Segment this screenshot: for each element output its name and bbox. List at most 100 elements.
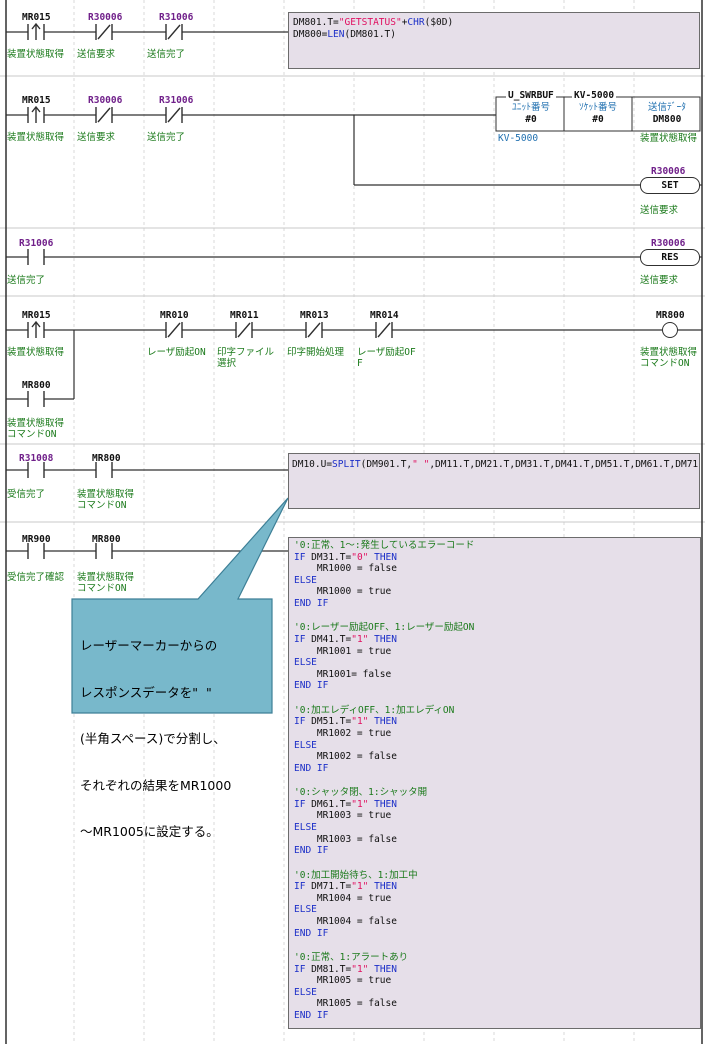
callout-text: レーザーマーカーからの レスポンスデータを" " (半角スペース)で分割し、 そ… [80, 607, 280, 855]
device-comment: 受信完了 [7, 489, 46, 500]
fb-param-value[interactable]: DM800 [636, 114, 698, 125]
endif-keyword: END IF [294, 680, 329, 692]
function-block-target: KV-5000 [572, 90, 617, 101]
if-line: IF DM31.T="0" THEN [294, 551, 397, 563]
script-comment: '0:レーザー励起OFF、1:レーザー励起ON [294, 622, 475, 634]
contact-device[interactable]: R31006 [159, 12, 193, 23]
else-line: MR1002 = false [294, 751, 397, 763]
contact-device[interactable]: R31006 [19, 238, 53, 249]
device-comment: 装置状態取得 [77, 572, 135, 583]
script-code: DM801.T="GETSTATUS"+CHR($0D) DM800=LEN(D… [293, 17, 453, 40]
contact-nc [165, 322, 183, 338]
device-comment: 送信完了 [7, 275, 46, 286]
device-comment: 送信要求 [77, 49, 116, 60]
script-box[interactable]: DM801.T="GETSTATUS"+CHR($0D) DM800=LEN(D… [288, 12, 700, 69]
contact-device[interactable]: MR015 [22, 12, 51, 23]
callout-line: レーザーマーカーからの [80, 638, 218, 653]
device-comment: 装置状態取得 [7, 132, 65, 143]
endif-keyword: END IF [294, 927, 329, 939]
script-comment: '0:正常、1～:発生しているエラーコード [294, 540, 475, 551]
device-comment: コマンドON [640, 358, 690, 369]
device-comment: コマンドON [77, 500, 127, 511]
script-comment: '0:シャッタ閉、1:シャッタ開 [294, 787, 428, 799]
device-comment: 選択 [217, 358, 237, 369]
if-line: IF DM51.T="1" THEN [294, 716, 397, 728]
contact-nc [95, 24, 113, 40]
else-line: MR1005 = false [294, 998, 397, 1010]
then-line: MR1000 = false [294, 563, 397, 575]
contact-device[interactable]: MR011 [230, 310, 259, 321]
contact-device[interactable]: MR014 [370, 310, 399, 321]
script-comment: '0:加エレディOFF、1:加エレディON [294, 704, 455, 716]
else-line: MR1000 = true [294, 586, 392, 598]
contact-no [27, 462, 45, 478]
callout-line: ～MR1005に設定する。 [80, 824, 219, 839]
if-line: IF DM81.T="1" THEN [294, 963, 397, 975]
contact-rising-edge [27, 105, 45, 123]
fb-param-value: #0 [525, 114, 537, 125]
contact-nc [305, 322, 323, 338]
fb-param-label: ﾕﾆｯﾄ番号 [511, 102, 550, 113]
if-line: IF DM61.T="1" THEN [294, 798, 397, 810]
device-comment: 受信完了確認 [7, 572, 65, 583]
if-script-box[interactable]: '0:正常、1～:発生しているエラーコード IF DM31.T="0" THEN … [288, 537, 701, 1029]
device-comment: F [357, 358, 363, 369]
device-comment: レーザ励起ON [147, 347, 206, 358]
device-comment: 送信要求 [640, 205, 679, 216]
contact-nc [375, 322, 393, 338]
coil-device[interactable]: R30006 [651, 238, 685, 249]
device-comment: コマンドON [77, 583, 127, 594]
split-script-box[interactable]: DM10.U=SPLIT(DM901.T," ",DM11.T,DM21.T,D… [288, 453, 700, 509]
coil-device[interactable]: R30006 [651, 166, 685, 177]
contact-device[interactable]: MR900 [22, 534, 51, 545]
device-comment: 装置状態取得 [77, 489, 135, 500]
contact-device[interactable]: R31008 [19, 453, 53, 464]
reset-coil[interactable]: RES [640, 249, 700, 266]
contact-device[interactable]: R30006 [88, 95, 122, 106]
if-line: IF DM41.T="1" THEN [294, 633, 397, 645]
then-line: MR1003 = true [294, 810, 392, 822]
device-comment: 印字開始処理 [287, 347, 345, 358]
then-line: MR1001 = true [294, 645, 392, 657]
contact-device[interactable]: MR800 [22, 380, 51, 391]
contact-device[interactable]: MR013 [300, 310, 329, 321]
device-comment: 送信要求 [640, 275, 679, 286]
contact-nc [235, 322, 253, 338]
endif-keyword: END IF [294, 1010, 329, 1021]
set-coil[interactable]: SET [640, 177, 700, 194]
contact-nc [165, 107, 183, 123]
device-comment: レーザ励起OF [357, 347, 416, 358]
fb-param-label: 送信ﾃﾞｰﾀ [647, 102, 686, 113]
split-code: DM10.U=SPLIT(DM901.T," ",DM11.T,DM21.T,D… [292, 459, 699, 470]
function-block-name[interactable]: U_SWRBUF [506, 90, 556, 101]
device-comment: 装置状態取得 [7, 418, 65, 429]
contact-device[interactable]: MR800 [92, 534, 121, 545]
device-comment: 送信完了 [147, 132, 186, 143]
then-line: MR1002 = true [294, 727, 392, 739]
else-keyword: ELSE [294, 657, 317, 669]
contact-device[interactable]: R30006 [88, 12, 122, 23]
code-line-1: DM801.T="GETSTATUS"+CHR($0D) [293, 17, 454, 28]
coil-device[interactable]: MR800 [656, 310, 685, 321]
else-line: MR1003 = false [294, 833, 397, 845]
callout-line: (半角スペース)で分割し、 [80, 731, 226, 746]
contact-device[interactable]: R31006 [159, 95, 193, 106]
else-keyword: ELSE [294, 821, 317, 833]
contact-device[interactable]: MR015 [22, 95, 51, 106]
contact-rising-edge [27, 320, 45, 338]
contact-nc [95, 107, 113, 123]
code-line-2: DM800=LEN(DM801.T) [293, 28, 396, 40]
device-comment: 装置状態取得 [7, 49, 65, 60]
device-comment: 送信要求 [77, 132, 116, 143]
device-comment: 印字ファイル [217, 347, 275, 358]
device-comment: 装置状態取得 [640, 133, 698, 144]
contact-device[interactable]: MR010 [160, 310, 189, 321]
contact-device[interactable]: MR800 [92, 453, 121, 464]
else-keyword: ELSE [294, 904, 317, 916]
else-keyword: ELSE [294, 739, 317, 751]
device-comment: コマンドON [7, 429, 57, 440]
fb-param-label: ｿｹｯﾄ番号 [578, 102, 617, 113]
contact-device[interactable]: MR015 [22, 310, 51, 321]
device-comment: 装置状態取得 [640, 347, 698, 358]
output-coil[interactable] [662, 322, 678, 338]
